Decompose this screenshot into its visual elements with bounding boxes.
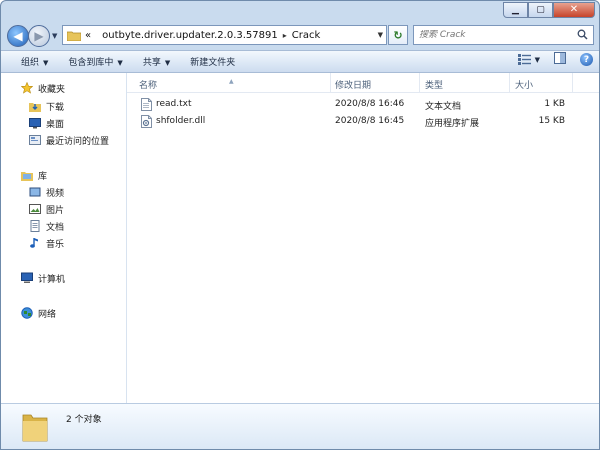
include-in-library-menu[interactable]: 包含到库中 ▼ xyxy=(58,55,132,68)
sidebar-item-music[interactable]: 音乐 xyxy=(29,236,64,250)
new-folder-label: 新建文件夹 xyxy=(190,58,236,68)
star-icon xyxy=(20,81,34,94)
search-icon[interactable] xyxy=(577,29,588,43)
file-size: 15 KB xyxy=(538,116,565,126)
file-row[interactable]: read.txt 2020/8/8 16:46 文本文档 1 KB xyxy=(127,97,599,113)
explorer-window: ▁ ▢ ✕ ◀ ▶ ▼ « outbyte.driver.updater.2.0… xyxy=(0,0,600,450)
refresh-button[interactable]: ↻ xyxy=(388,25,408,45)
share-label: 共享 xyxy=(142,58,161,68)
sidebar-item-desktop[interactable]: 桌面 xyxy=(29,116,64,130)
column-divider[interactable] xyxy=(419,73,420,92)
file-modified: 2020/8/8 16:45 xyxy=(335,116,405,126)
breadcrumb-parent[interactable]: outbyte.driver.updater.2.0.3.57891 xyxy=(102,30,278,41)
sidebar-item-label: 音乐 xyxy=(46,239,65,250)
chevron-down-icon: ▼ xyxy=(534,55,540,64)
file-row[interactable]: shfolder.dll 2020/8/8 16:45 应用程序扩展 15 KB xyxy=(127,114,599,130)
share-menu[interactable]: 共享 ▼ xyxy=(133,55,180,68)
forward-button[interactable]: ▶ xyxy=(28,25,50,47)
sidebar-item-label: 网络 xyxy=(38,309,57,320)
column-headers: ▲ 名称 修改日期 类型 大小 xyxy=(127,73,599,93)
sidebar-item-label: 最近访问的位置 xyxy=(46,136,110,147)
dll-file-icon xyxy=(141,115,152,128)
minimize-button[interactable]: ▁ xyxy=(503,2,528,18)
sidebar-item-pictures[interactable]: 图片 xyxy=(29,202,64,216)
sidebar-item-label: 下载 xyxy=(46,102,65,113)
folder-icon xyxy=(21,409,49,443)
chevron-down-icon: ▼ xyxy=(43,59,49,67)
sidebar-item-documents[interactable]: 文档 xyxy=(29,219,64,233)
close-button[interactable]: ✕ xyxy=(553,2,595,18)
picture-icon xyxy=(29,203,41,215)
address-bar[interactable]: « outbyte.driver.updater.2.0.3.57891 ▸ C… xyxy=(62,25,387,45)
navigation-buttons: ◀ ▶ ▼ xyxy=(7,23,57,49)
document-icon xyxy=(29,220,41,232)
file-name: shfolder.dll xyxy=(156,116,206,126)
sidebar-item-libraries[interactable]: 库 xyxy=(21,168,47,182)
search-input[interactable] xyxy=(419,30,569,40)
preview-pane-icon xyxy=(554,52,566,64)
recent-pages-dropdown[interactable]: ▼ xyxy=(52,32,57,40)
chevron-down-icon: ▼ xyxy=(164,59,171,67)
computer-icon xyxy=(21,272,33,284)
sidebar-item-label: 文档 xyxy=(46,222,65,233)
help-icon[interactable]: ? xyxy=(580,53,593,66)
file-list: ▲ 名称 修改日期 类型 大小 read.txt 2020/8/8 16:46 … xyxy=(127,73,599,403)
sidebar-item-label: 图片 xyxy=(46,205,65,216)
text-file-icon xyxy=(141,98,152,111)
column-header-type[interactable]: 类型 xyxy=(425,78,443,91)
new-folder-button[interactable]: 新建文件夹 xyxy=(180,55,245,68)
column-header-size[interactable]: 大小 xyxy=(515,78,533,91)
sidebar-item-network[interactable]: 网络 xyxy=(21,306,56,320)
item-count: 2 个对象 xyxy=(66,415,102,425)
sidebar-item-label: 收藏夹 xyxy=(38,84,66,95)
include-in-library-label: 包含到库中 xyxy=(68,58,114,68)
video-icon xyxy=(29,186,41,198)
file-modified: 2020/8/8 16:46 xyxy=(335,99,405,109)
sidebar-item-recent-places[interactable]: 最近访问的位置 xyxy=(29,133,109,147)
caption-buttons: ▁ ▢ ✕ xyxy=(503,2,595,18)
desktop-icon xyxy=(29,117,41,129)
sidebar-item-downloads[interactable]: 下载 xyxy=(29,99,64,113)
toolbar-right: ▼ ? xyxy=(517,52,593,67)
navigation-pane: 收藏夹 下载 桌面 最近访问的位置 库 视频 图片 文档 音乐 计算机 网络 xyxy=(1,73,127,403)
column-divider[interactable] xyxy=(509,73,510,92)
library-icon xyxy=(21,169,33,181)
view-icon xyxy=(517,54,531,65)
chevron-down-icon: ▼ xyxy=(117,59,123,67)
preview-pane-button[interactable] xyxy=(554,52,566,67)
sidebar-item-videos[interactable]: 视频 xyxy=(29,185,64,199)
file-name: read.txt xyxy=(156,99,192,109)
search-box[interactable] xyxy=(413,25,594,45)
download-folder-icon xyxy=(29,100,41,112)
view-options-button[interactable]: ▼ xyxy=(517,54,540,65)
sidebar-item-computer[interactable]: 计算机 xyxy=(21,271,65,285)
sidebar-item-favorites[interactable]: 收藏夹 xyxy=(20,81,66,95)
music-icon xyxy=(29,237,41,249)
organize-menu[interactable]: 组织 ▼ xyxy=(1,55,58,68)
details-pane: 2 个对象 xyxy=(1,403,599,449)
breadcrumb-separator[interactable]: ▸ xyxy=(283,31,287,40)
file-type: 文本文档 xyxy=(425,102,462,112)
sidebar-item-label: 计算机 xyxy=(38,274,66,285)
back-button[interactable]: ◀ xyxy=(7,25,29,47)
column-divider[interactable] xyxy=(330,73,331,92)
sidebar-item-label: 视频 xyxy=(46,188,65,199)
column-header-modified[interactable]: 修改日期 xyxy=(335,78,371,91)
maximize-button[interactable]: ▢ xyxy=(528,2,553,18)
column-divider[interactable] xyxy=(572,73,573,92)
address-dropdown[interactable]: ▼ xyxy=(378,31,383,39)
file-size: 1 KB xyxy=(544,99,565,109)
organize-label: 组织 xyxy=(21,58,40,68)
breadcrumb-overflow[interactable]: « xyxy=(85,30,91,41)
column-header-name[interactable]: 名称 xyxy=(139,78,157,91)
command-bar: 组织 ▼ 包含到库中 ▼ 共享 ▼ 新建文件夹 ▼ ? xyxy=(1,50,599,73)
sort-ascending-icon: ▲ xyxy=(229,78,234,85)
breadcrumb-current[interactable]: Crack xyxy=(292,30,321,41)
sidebar-item-label: 库 xyxy=(38,171,48,182)
file-type: 应用程序扩展 xyxy=(425,119,480,129)
folder-icon xyxy=(66,30,82,41)
recent-places-icon xyxy=(29,134,41,146)
sidebar-item-label: 桌面 xyxy=(46,119,65,130)
network-icon xyxy=(21,307,33,319)
